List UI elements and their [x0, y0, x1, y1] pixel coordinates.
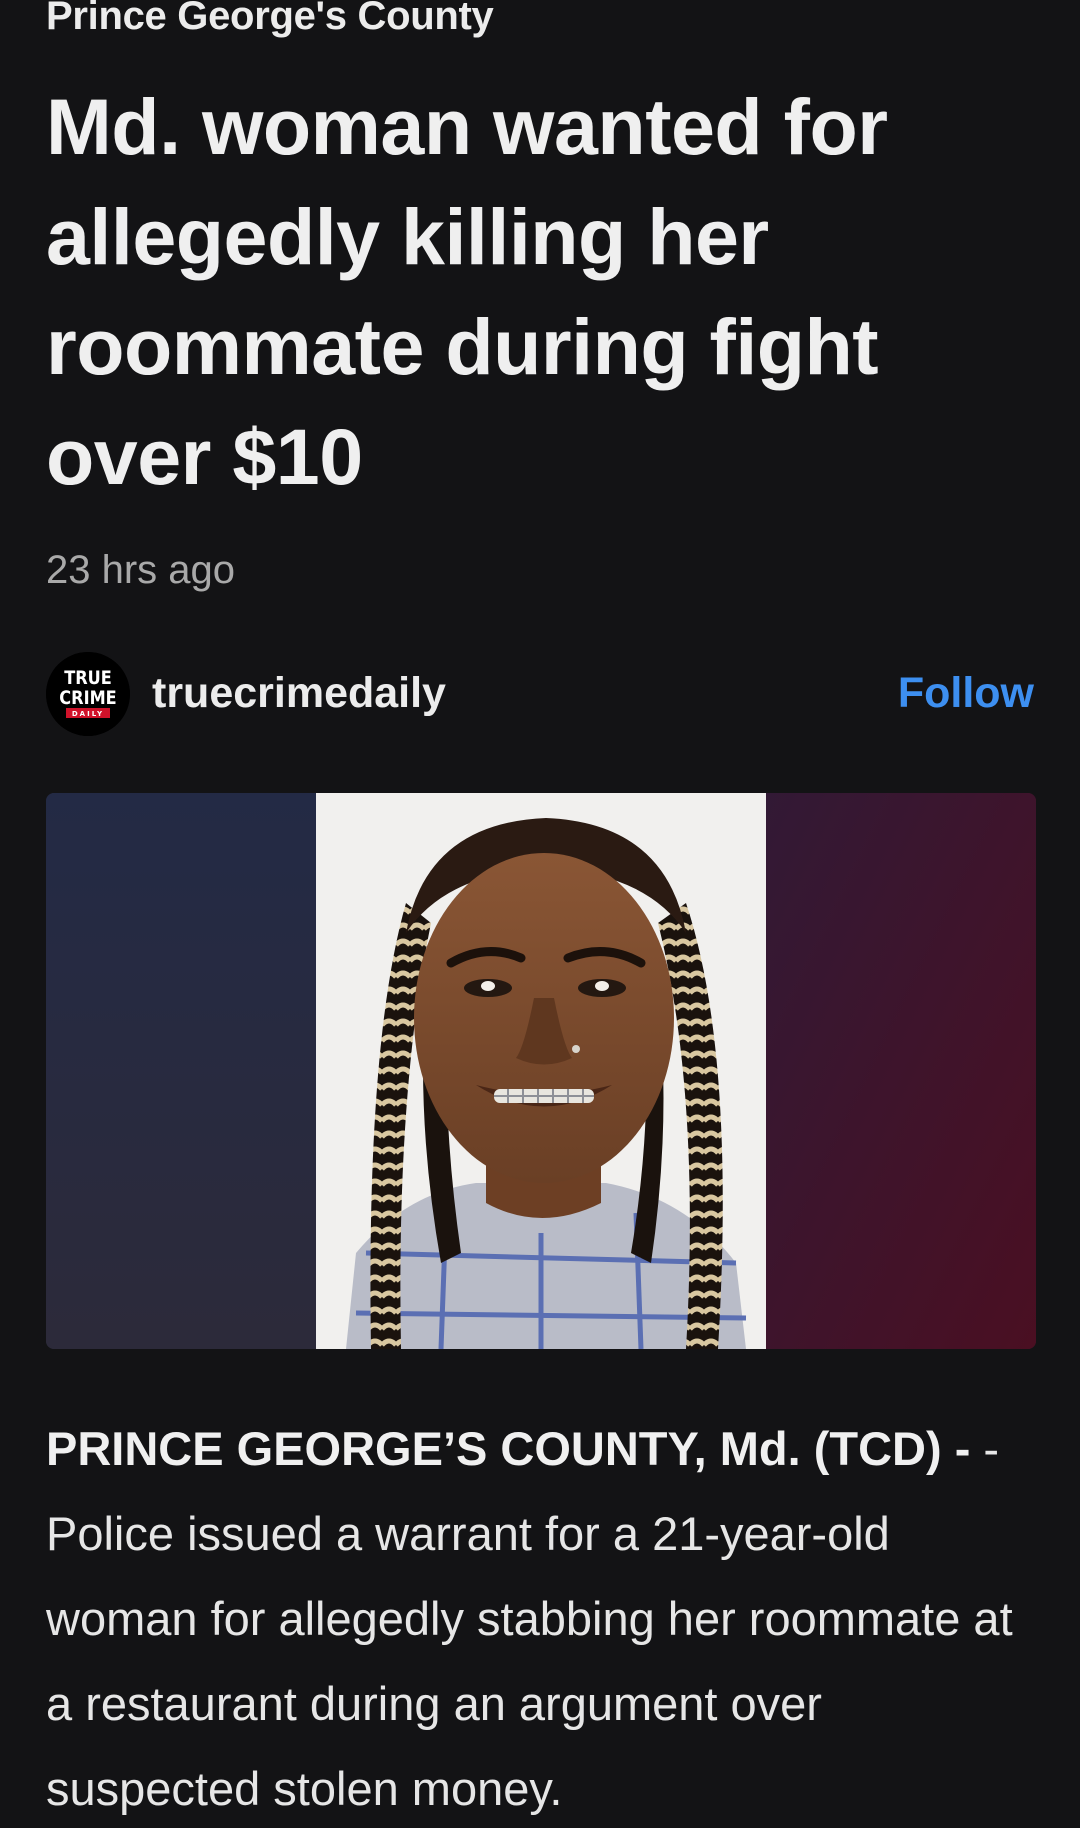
article-headline: Md. woman wanted for allegedly killing h… [46, 82, 888, 501]
logo-text-daily: DAILY [72, 710, 104, 718]
true-crime-daily-logo-icon: TRUE CRIME DAILY [46, 652, 130, 736]
source-name[interactable]: truecrimedaily [152, 669, 446, 718]
article-timestamp: 23 hrs ago [46, 548, 236, 592]
follow-button[interactable]: Follow [898, 669, 1034, 718]
article-photo[interactable] [46, 793, 1036, 1349]
article-dateline: PRINCE GEORGE’S COUNTY, Md. (TCD) - [46, 1422, 971, 1475]
article-body-text: - Police issued a warrant for a 21-year-… [46, 1422, 1013, 1815]
source-logo[interactable]: TRUE CRIME DAILY [46, 652, 130, 736]
suspect-photo-icon [46, 793, 1036, 1349]
logo-text-true: TRUE [64, 668, 112, 690]
article-page: Prince George's County Md. woman wanted … [0, 0, 1080, 1828]
article-category[interactable]: Prince George's County [46, 0, 494, 39]
source-row: TRUE CRIME DAILY truecrimedaily Follow [46, 652, 1036, 738]
article-body: PRINCE GEORGE’S COUNTY, Md. (TCD) - - Po… [46, 1406, 1036, 1828]
logo-text-crime: CRIME [59, 688, 116, 710]
